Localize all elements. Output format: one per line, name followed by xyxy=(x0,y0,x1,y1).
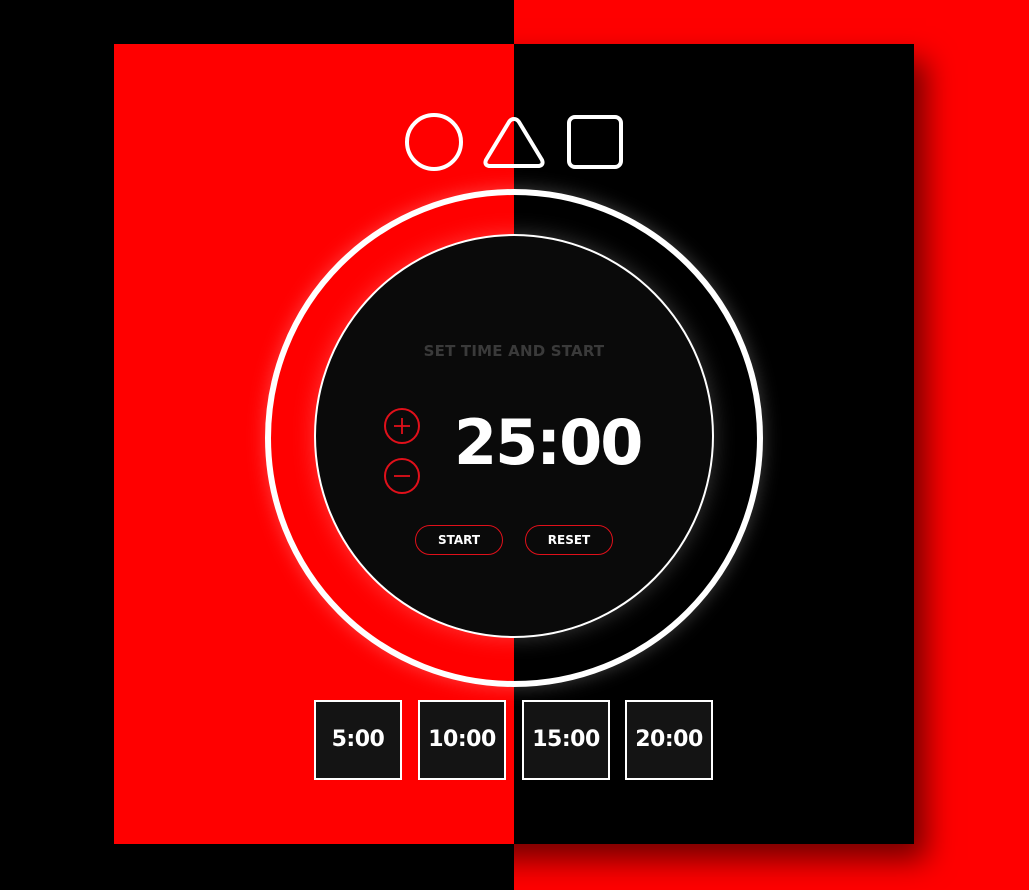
shapes-row xyxy=(114,44,914,184)
timer-face: SET TIME AND START 25:00 START RESET xyxy=(314,234,714,638)
decrease-time-button[interactable] xyxy=(384,458,420,494)
preset-5-button[interactable]: 5:00 xyxy=(314,700,402,780)
minus-icon xyxy=(394,475,410,477)
start-button[interactable]: START xyxy=(415,525,503,555)
status-text: SET TIME AND START xyxy=(423,342,605,360)
increase-time-button[interactable] xyxy=(384,408,420,444)
time-display: 25:00 xyxy=(454,406,643,479)
square-icon xyxy=(567,115,623,169)
circle-icon xyxy=(405,113,463,171)
preset-buttons: 5:00 10:00 15:00 20:00 xyxy=(314,700,714,780)
plus-icon xyxy=(394,418,410,434)
preset-10-button[interactable]: 10:00 xyxy=(418,700,506,780)
preset-15-button[interactable]: 15:00 xyxy=(522,700,610,780)
reset-button[interactable]: RESET xyxy=(525,525,613,555)
triangle-icon xyxy=(483,117,545,168)
preset-20-button[interactable]: 20:00 xyxy=(625,700,713,780)
timer-card: SET TIME AND START 25:00 START RESET 5:0… xyxy=(114,44,914,844)
